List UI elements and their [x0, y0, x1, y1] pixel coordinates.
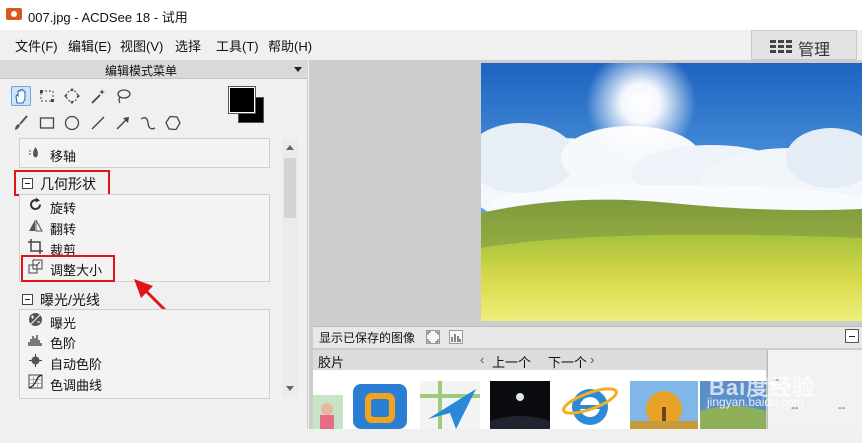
collapse-filmstrip-button[interactable] — [845, 329, 859, 343]
marquee-tool-button[interactable] — [37, 86, 57, 106]
highlight-box-geometry — [14, 170, 110, 196]
lasso-tool-button[interactable] — [113, 86, 133, 106]
next-button[interactable]: 下一个 — [548, 352, 587, 371]
filmstrip-label: 胶片 — [318, 355, 345, 370]
rectangle-tool-button[interactable] — [37, 113, 57, 133]
ellipse-tool-button[interactable] — [62, 113, 82, 133]
highlight-box-resize — [21, 255, 115, 282]
lasso-icon — [117, 89, 131, 104]
scroll-up-arrow-icon[interactable] — [286, 145, 294, 150]
manage-mode-button[interactable]: 管理 — [751, 30, 857, 60]
window-title: 007.jpg - ACDSee 18 - 试用 — [28, 10, 188, 25]
levels-histogram-icon — [28, 335, 42, 346]
tone-curve-icon — [28, 374, 43, 389]
panel-dropdown-icon[interactable] — [294, 67, 302, 72]
polygon-tool-button[interactable] — [163, 113, 183, 133]
thumbnail-image — [353, 384, 407, 429]
thumbnail[interactable] — [420, 381, 480, 429]
app-camera-icon — [6, 8, 22, 20]
magic-wand-tool-button[interactable] — [88, 86, 108, 106]
menu-help[interactable]: 帮助(H) — [268, 36, 312, 55]
item-label: 曝光 — [50, 316, 77, 331]
foreground-color-swatch[interactable] — [228, 86, 256, 114]
thumbnail[interactable] — [630, 381, 698, 429]
marquee-select-icon — [40, 90, 54, 102]
menu-edit[interactable]: 编辑(E) — [68, 36, 111, 55]
item-label: 移轴 — [50, 149, 77, 164]
filmstrip-bar — [313, 350, 766, 370]
menu-file[interactable]: 文件(F) — [15, 36, 58, 55]
thumbnail-image — [630, 381, 698, 429]
rotate-icon — [30, 197, 42, 211]
crop-icon — [28, 239, 43, 254]
curve-icon — [140, 117, 156, 130]
arrow-icon — [116, 117, 129, 130]
fit-view-button[interactable] — [426, 330, 440, 344]
brush-tool-button[interactable] — [11, 113, 31, 133]
menu-view[interactable]: 视图(V) — [120, 36, 163, 55]
section-title: 曝光/光线 — [40, 292, 100, 308]
curve-tool-button[interactable] — [138, 113, 158, 133]
line-icon — [91, 116, 105, 130]
next-chevron-icon[interactable]: › — [590, 352, 594, 367]
thumbnail[interactable] — [560, 381, 620, 429]
thumbnail-image — [313, 395, 343, 429]
ellipse-icon — [64, 115, 80, 131]
item-label: 旋转 — [50, 201, 77, 216]
item-label: 自动色阶 — [50, 357, 103, 372]
rectangle-icon — [39, 117, 55, 129]
hand-icon — [15, 88, 26, 104]
flip-icon — [29, 219, 43, 232]
polygon-icon — [165, 115, 181, 131]
exposure-icon — [29, 313, 42, 326]
image-preview — [481, 63, 862, 321]
thumbnail[interactable] — [350, 381, 410, 429]
grid-icon — [770, 40, 792, 53]
landscape-photo — [481, 63, 862, 321]
brush-icon — [15, 115, 28, 130]
arrow-tool-button[interactable] — [113, 113, 133, 133]
thumbnail-image — [420, 381, 480, 429]
auto-levels-icon — [29, 354, 42, 367]
histogram-button[interactable] — [449, 330, 463, 344]
minus-icon — [849, 336, 855, 337]
transform-tool-button[interactable] — [62, 86, 82, 106]
tilt-shift-icon — [29, 147, 38, 158]
scroll-down-arrow-icon[interactable] — [286, 386, 294, 391]
item-label: 色阶 — [50, 336, 77, 351]
thumbnail[interactable] — [490, 381, 550, 429]
collapse-icon[interactable] — [22, 294, 33, 305]
magic-wand-icon — [91, 89, 105, 104]
histogram-icon — [451, 334, 461, 342]
fit-icon — [427, 331, 439, 343]
manage-label: 管理 — [798, 42, 831, 59]
thumbnail-image — [560, 381, 620, 429]
panel-header-title: 编辑模式菜单 — [105, 64, 178, 78]
item-label: 翻转 — [50, 222, 77, 237]
prev-chevron-icon[interactable]: ‹ — [480, 352, 484, 367]
transform-icon — [64, 88, 80, 104]
prev-button[interactable]: 上一个 — [492, 352, 531, 371]
menu-tools[interactable]: 工具(T) — [216, 36, 259, 55]
show-saved-image-label: 显示已保存的图像 — [319, 331, 416, 345]
item-label: 色调曲线 — [50, 378, 103, 393]
scrollbar-thumb[interactable] — [284, 158, 296, 218]
menu-select[interactable]: 选择 — [175, 36, 201, 55]
line-tool-button[interactable] — [88, 113, 108, 133]
thumbnail-image — [490, 381, 550, 429]
info-value: -- — [838, 402, 846, 414]
baidu-watermark-url: jingyan.baidu.com — [707, 395, 804, 409]
hand-tool-button[interactable] — [11, 86, 31, 106]
thumbnail[interactable] — [313, 395, 343, 443]
